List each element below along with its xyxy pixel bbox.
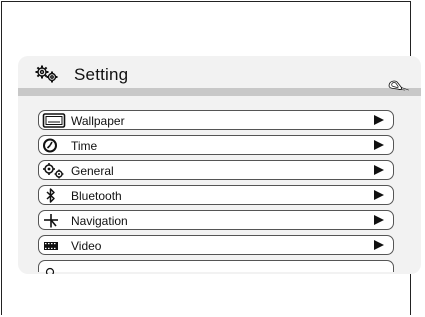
- menu-item-navigation[interactable]: Navigation: [38, 210, 394, 230]
- chevron-right-icon: [374, 190, 384, 200]
- page-title: Setting: [74, 65, 129, 84]
- chevron-right-icon: [374, 115, 384, 125]
- chevron-right-icon: [374, 165, 384, 175]
- bluetooth-icon: [46, 188, 55, 203]
- menu-item-label: Bluetooth: [71, 189, 122, 203]
- menu-item-wallpaper[interactable]: Wallpaper: [38, 110, 394, 130]
- navigation-icon: [44, 214, 58, 228]
- menu-item-label: General: [71, 164, 114, 178]
- settings-menu: Wallpaper Time General Bluetooth Navigat…: [38, 110, 396, 274]
- menu-item-label: Time: [71, 139, 98, 153]
- settings-gears-icon: [35, 65, 58, 83]
- menu-item-label: Navigation: [71, 214, 128, 228]
- return-hand-icon[interactable]: [374, 78, 424, 106]
- menu-item-video[interactable]: Video: [38, 235, 394, 255]
- menu-item-general[interactable]: General: [38, 160, 394, 180]
- settings-panel: Setting Wallpaper Time General Bluetooth…: [18, 56, 421, 274]
- wallpaper-icon: [42, 113, 66, 128]
- menu-item-label: Video: [71, 239, 102, 253]
- menu-item-time[interactable]: Time: [38, 135, 394, 155]
- clock-icon: [43, 138, 57, 153]
- chevron-right-icon: [374, 140, 384, 150]
- header-divider: [18, 88, 421, 96]
- film-icon: [44, 242, 58, 250]
- chevron-right-icon: [374, 215, 384, 225]
- search-icon: [45, 267, 55, 274]
- menu-item-bluetooth[interactable]: Bluetooth: [38, 185, 394, 205]
- menu-item-label: Wallpaper: [71, 114, 125, 128]
- settings-header: Setting: [18, 56, 421, 88]
- menu-item-partial[interactable]: [38, 260, 394, 274]
- chevron-right-icon: [374, 240, 384, 250]
- gears-icon: [43, 163, 64, 179]
